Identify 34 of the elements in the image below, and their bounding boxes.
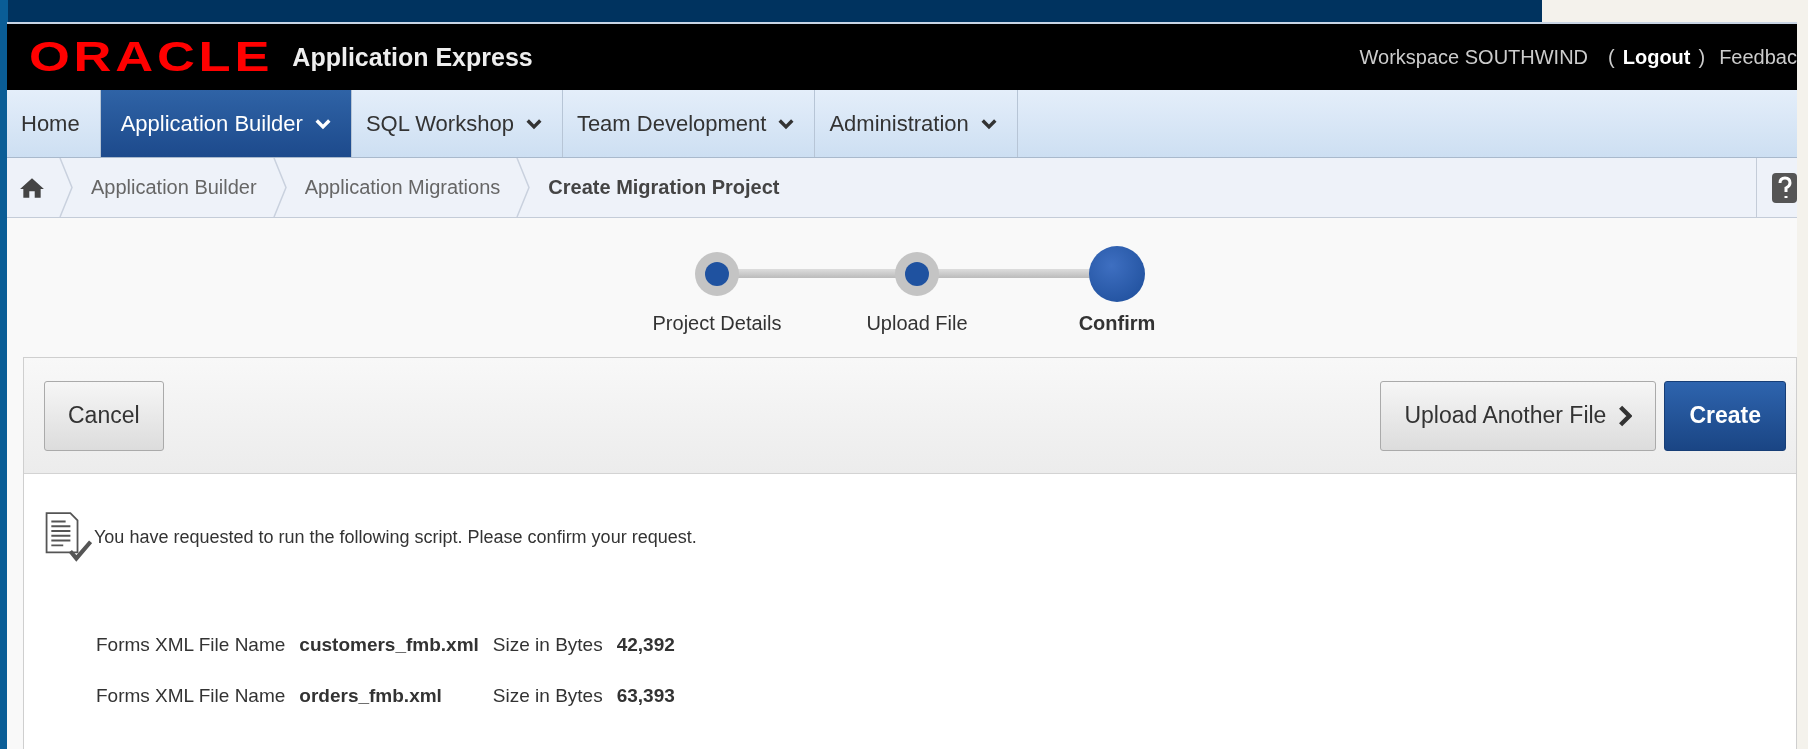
breadcrumb-item[interactable]: Application Migrations xyxy=(304,176,501,199)
step-label: Upload File xyxy=(866,312,968,335)
chevron-right-icon xyxy=(1618,404,1633,427)
breadcrumb-item[interactable]: Application Builder xyxy=(91,176,257,199)
file-size: 42,392 xyxy=(616,634,675,656)
oracle-logo: ORACLE xyxy=(29,36,274,78)
file-size: 63,393 xyxy=(616,685,675,707)
help-icon[interactable] xyxy=(1771,172,1797,203)
feedback-link[interactable]: Feedbac xyxy=(1719,45,1797,69)
field-label: Size in Bytes xyxy=(492,685,603,707)
workspace-label: Workspace SOUTHWIND xyxy=(1359,45,1589,69)
logout-link[interactable]: Logout xyxy=(1622,45,1691,69)
step-label: Confirm xyxy=(1078,312,1156,335)
nav-tab[interactable]: Team Development xyxy=(562,90,816,157)
cancel-button[interactable]: Cancel xyxy=(44,380,164,451)
document-check-icon xyxy=(44,512,92,562)
nav-tab[interactable]: Application Builder xyxy=(100,90,352,157)
parenthesis: ) xyxy=(1698,45,1706,69)
upload-another-file-button[interactable]: Upload Another File xyxy=(1380,380,1657,451)
product-name: Application Express xyxy=(292,42,533,72)
create-button[interactable]: Create xyxy=(1664,380,1786,451)
nav-tab[interactable]: SQL Workshop xyxy=(351,90,563,157)
step-label: Project Details xyxy=(652,312,782,335)
field-label: Forms XML File Name xyxy=(96,634,286,656)
nav-tab[interactable]: Administration xyxy=(815,90,1018,157)
field-label: Size in Bytes xyxy=(492,634,603,656)
nav-tab[interactable]: Home xyxy=(7,90,101,157)
confirmation-message: You have requested to run the following script. Please confirm your request. xyxy=(94,527,697,548)
file-name: orders_fmb.xml xyxy=(299,685,443,707)
parenthesis: ( xyxy=(1608,45,1615,69)
file-name: customers_fmb.xml xyxy=(299,634,479,656)
breadcrumb-item: Create Migration Project xyxy=(548,176,780,199)
field-label: Forms XML File Name xyxy=(96,685,286,707)
home-icon[interactable] xyxy=(19,176,45,199)
